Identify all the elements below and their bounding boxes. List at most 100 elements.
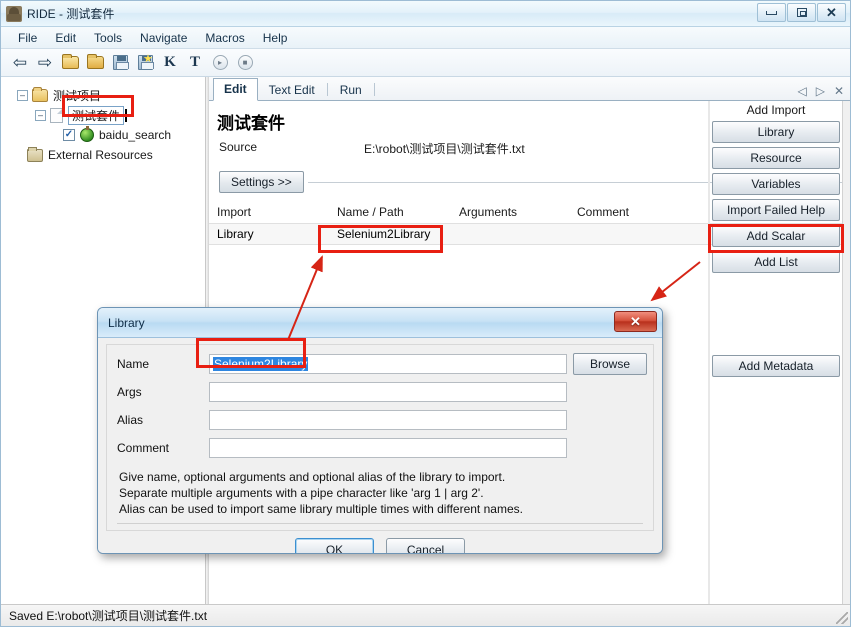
tab-navigation: ◁ ▷ ✕ — [797, 85, 844, 97]
maximize-icon — [796, 8, 807, 17]
menu-file[interactable]: File — [9, 29, 46, 47]
expander-collapse-icon[interactable]: – — [35, 109, 46, 121]
back-arrow-icon[interactable]: ⇦ — [9, 52, 31, 74]
add-list-button[interactable]: Add List — [712, 251, 840, 273]
file-icon — [50, 107, 63, 123]
name-label: Name — [117, 357, 150, 371]
dialog-help-text: Give name, optional arguments and option… — [113, 462, 647, 521]
right-scroll-rail[interactable] — [842, 101, 850, 604]
tree-item-project[interactable]: – 测试项目 — [1, 85, 204, 105]
tab-close-icon[interactable]: ✕ — [834, 85, 844, 97]
settings-toggle-button[interactable]: Settings >> — [219, 171, 304, 193]
stop-icon[interactable]: ■ — [234, 52, 256, 74]
alias-label: Alias — [117, 413, 144, 427]
grid-header-import: Import — [217, 205, 252, 219]
help-line-1: Give name, optional arguments and option… — [119, 470, 506, 484]
text-caret — [125, 108, 128, 122]
tab-prev-icon[interactable]: ◁ — [797, 85, 806, 97]
menu-macros[interactable]: Macros — [196, 29, 253, 47]
add-import-title: Add Import — [746, 103, 806, 117]
import-failed-help-button[interactable]: Import Failed Help — [712, 199, 840, 221]
tab-separator — [326, 83, 328, 96]
dialog-title: Library — [108, 315, 145, 330]
menu-tools[interactable]: Tools — [85, 29, 131, 47]
open-file-icon[interactable] — [84, 52, 106, 74]
window-controls: ✕ — [757, 3, 846, 22]
maximize-button[interactable] — [787, 3, 816, 22]
app-robot-icon — [6, 5, 22, 22]
grid-cell-import[interactable]: Library — [209, 227, 329, 241]
minimize-button[interactable] — [757, 3, 786, 22]
ok-button[interactable]: OK — [295, 538, 374, 553]
grid-cell-name-path[interactable]: Selenium2Library — [329, 227, 451, 241]
args-input[interactable] — [209, 382, 567, 402]
menubar: File Edit Tools Navigate Macros Help — [1, 27, 850, 49]
library-dialog: Library ✕ Name Selenium2Library Browse A… — [97, 307, 663, 554]
minimize-icon — [766, 10, 777, 15]
window-titlebar: RIDE - 测试套件 ✕ — [1, 1, 850, 27]
status-message: Saved E:\robot\测试项目\测试套件.txt — [9, 609, 208, 623]
comment-input[interactable] — [209, 438, 567, 458]
tree-item-test[interactable]: ✓ baidu_search — [1, 125, 204, 145]
open-directory-icon[interactable] — [59, 52, 81, 74]
source-label: Source — [219, 140, 258, 154]
grid-header-comment: Comment — [577, 205, 630, 219]
resource-folder-icon — [27, 146, 43, 162]
help-line-2: Separate multiple arguments with a pipe … — [119, 486, 484, 500]
dialog-footer: OK Cancel — [106, 531, 654, 553]
run-icon[interactable]: ▸ — [209, 52, 231, 74]
dialog-close-button[interactable]: ✕ — [614, 311, 657, 332]
close-icon: ✕ — [826, 5, 837, 20]
editor-tabstrip: Edit Text Edit Run ◁ ▷ ✕ — [209, 77, 850, 101]
add-metadata-button[interactable]: Add Metadata — [712, 355, 840, 377]
resize-grip-icon[interactable] — [836, 612, 848, 624]
field-row-name: Name Selenium2Library Browse — [113, 350, 647, 378]
save-all-icon[interactable] — [134, 52, 156, 74]
field-row-comment: Comment — [113, 434, 647, 462]
dialog-fields: Name Selenium2Library Browse Args Alias … — [106, 344, 654, 531]
tree-item-project-label: 测试项目 — [53, 88, 102, 103]
grid-header-name-path: Name / Path — [337, 205, 404, 219]
add-variables-button[interactable]: Variables — [712, 173, 840, 195]
dialog-divider — [117, 523, 643, 524]
grid-header-arguments: Arguments — [459, 205, 518, 219]
tab-edit[interactable]: Edit — [213, 78, 258, 101]
cancel-button[interactable]: Cancel — [386, 538, 465, 553]
name-input[interactable]: Selenium2Library — [209, 354, 567, 374]
add-resource-button[interactable]: Resource — [712, 147, 840, 169]
alias-input[interactable] — [209, 410, 567, 430]
add-scalar-button[interactable]: Add Scalar — [712, 225, 840, 247]
forward-arrow-icon[interactable]: ⇨ — [34, 52, 56, 74]
test-search-icon[interactable]: T — [184, 52, 206, 74]
toolbar: ⇦ ⇨ K T ▸ ■ — [1, 49, 850, 77]
close-button[interactable]: ✕ — [817, 3, 846, 22]
help-line-3: Alias can be used to import same library… — [119, 502, 523, 516]
tree-item-suite-label[interactable]: 测试套件 — [68, 105, 125, 125]
source-value: E:\robot\测试项目\测试套件.txt — [364, 142, 525, 156]
add-library-button[interactable]: Library — [712, 121, 840, 143]
tree-item-suite[interactable]: – 测试套件 — [1, 105, 204, 125]
expander-collapse-icon[interactable]: – — [17, 89, 28, 101]
comment-label: Comment — [117, 441, 170, 455]
menu-help[interactable]: Help — [254, 29, 297, 47]
statusbar: Saved E:\robot\测试项目\测试套件.txt — [1, 604, 850, 626]
test-checkbox[interactable]: ✓ — [63, 129, 75, 141]
tab-next-icon[interactable]: ▷ — [816, 85, 825, 97]
test-case-icon — [80, 126, 94, 142]
tab-text-edit[interactable]: Text Edit — [258, 79, 326, 101]
browse-button[interactable]: Browse — [573, 353, 647, 375]
field-row-args: Args — [113, 378, 647, 406]
name-input-value: Selenium2Library — [213, 357, 309, 371]
tab-separator — [373, 83, 375, 96]
tree-item-external-resources[interactable]: External Resources — [1, 145, 204, 165]
tab-run[interactable]: Run — [329, 79, 373, 101]
window-title: RIDE - 测试套件 — [27, 7, 115, 21]
dialog-titlebar: Library ✕ — [98, 308, 662, 338]
args-label: Args — [117, 385, 142, 399]
tree-item-test-label: baidu_search — [99, 128, 172, 142]
save-icon[interactable] — [109, 52, 131, 74]
menu-edit[interactable]: Edit — [46, 29, 85, 47]
field-row-alias: Alias — [113, 406, 647, 434]
menu-navigate[interactable]: Navigate — [131, 29, 196, 47]
keyword-search-icon[interactable]: K — [159, 52, 181, 74]
